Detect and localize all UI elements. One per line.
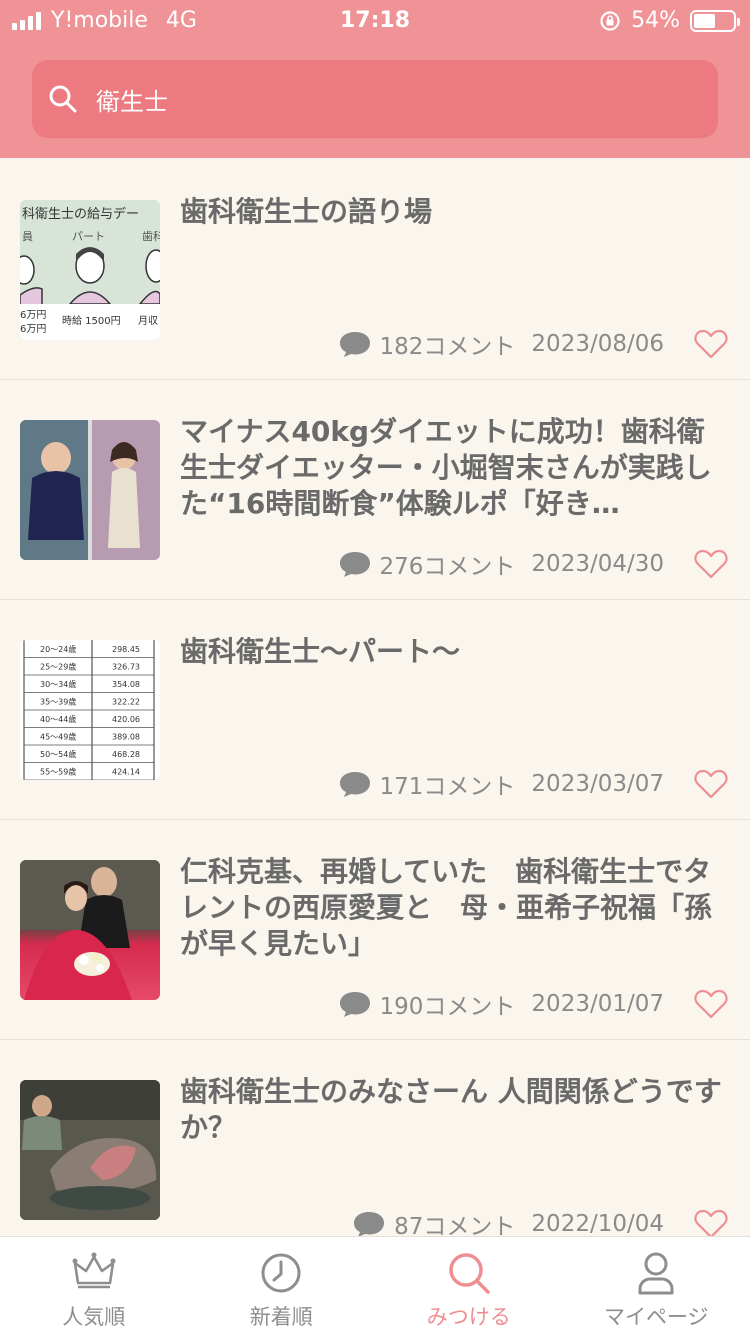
svg-text:パート: パート bbox=[72, 230, 105, 243]
status-bar: Y!mobile 4G 17:18 54% bbox=[0, 0, 750, 42]
comment-icon bbox=[339, 332, 370, 357]
tab-label: 人気順 bbox=[62, 1305, 126, 1329]
article-meta: 190コメント 2023/01/07 bbox=[338, 986, 728, 1022]
bottom-tab-bar: 人気順 新着順 みつける マイページ bbox=[0, 1236, 750, 1334]
person-icon bbox=[638, 1252, 674, 1295]
svg-text:月収: 月収 bbox=[138, 315, 158, 327]
article-item[interactable]: 仁科克基、再婚していた 歯科衛生士でタレントの西原愛夏と 母・亜希子祝福「孫が早… bbox=[0, 820, 750, 1040]
rotation-lock-icon bbox=[600, 10, 620, 31]
svg-text:員: 員 bbox=[22, 230, 33, 243]
heart-icon[interactable] bbox=[694, 328, 728, 360]
article-date: 2023/04/30 bbox=[531, 551, 664, 577]
thumb-table-value: 468.28 bbox=[112, 750, 140, 759]
comment-icon bbox=[354, 1212, 385, 1237]
article-thumbnail bbox=[20, 420, 160, 560]
thumb-table-value: 354.08 bbox=[112, 680, 140, 689]
article-title: 歯科衛生士のみなさーん 人間関係どうですか？ bbox=[180, 1075, 722, 1144]
article-item[interactable]: 歯科衛生士のみなさーん 人間関係どうですか？ 87コメント 2022/10/04 bbox=[0, 1040, 750, 1260]
thumb-table-age: 50〜54歳 bbox=[40, 749, 76, 759]
status-right: 54% bbox=[599, 8, 740, 33]
comment-icon bbox=[339, 992, 370, 1017]
thumb-table-age: 55〜59歳 bbox=[40, 766, 76, 776]
article-meta: 171コメント 2023/03/07 bbox=[338, 766, 728, 802]
tab-mypage[interactable]: マイページ bbox=[563, 1237, 750, 1334]
comment-count: 190コメント bbox=[379, 994, 516, 1020]
thumb-table-value: 298.45 bbox=[112, 645, 140, 654]
comment-count: 171コメント bbox=[379, 774, 516, 800]
search-icon bbox=[449, 1253, 490, 1294]
thumb-table-value: 326.73 bbox=[112, 662, 140, 671]
tab-discover[interactable]: みつける bbox=[375, 1237, 563, 1334]
thumb-table-age: 40〜44歳 bbox=[40, 714, 76, 724]
article-list: 科衛生士の給与デー 員 パート 歯科 6万円 6万円 時給 1500円 月収 歯… bbox=[0, 160, 750, 1260]
article-meta: 276コメント 2023/04/30 bbox=[338, 546, 728, 582]
thumb-heading: 科衛生士の給与デー bbox=[22, 206, 139, 222]
article-title: 仁科克基、再婚していた 歯科衛生士でタレントの西原愛夏と 母・亜希子祝福「孫が早… bbox=[180, 855, 713, 960]
article-date: 2023/01/07 bbox=[531, 991, 664, 1017]
comment-icon bbox=[339, 772, 370, 797]
heart-icon[interactable] bbox=[694, 988, 728, 1020]
thumb-table-age: 30〜34歳 bbox=[40, 679, 76, 689]
comment-icon bbox=[339, 552, 370, 577]
crown-icon bbox=[72, 1252, 116, 1289]
svg-text:6万円: 6万円 bbox=[20, 324, 46, 335]
thumb-table-value: 322.22 bbox=[112, 697, 140, 706]
search-bar[interactable] bbox=[32, 60, 718, 138]
search-icon bbox=[49, 85, 77, 113]
tab-label: 新着順 bbox=[249, 1305, 313, 1329]
thumb-table-age: 45〜49歳 bbox=[40, 731, 76, 741]
svg-text:歯科: 歯科 bbox=[142, 229, 160, 243]
battery-percent: 54% bbox=[631, 8, 680, 33]
comment-count: 182コメント bbox=[379, 334, 516, 360]
article-title: マイナス40kgダイエットに成功！歯科衛生士ダイエッター・小堀智末さんが実践した… bbox=[180, 415, 712, 520]
article-thumbnail: 科衛生士の給与デー 員 パート 歯科 6万円 6万円 時給 1500円 月収 bbox=[20, 200, 160, 340]
comment-count: 276コメント bbox=[379, 554, 516, 580]
article-date: 2023/08/06 bbox=[531, 331, 664, 357]
svg-text:6万円: 6万円 bbox=[20, 310, 46, 321]
clock-icon bbox=[261, 1253, 301, 1293]
article-thumbnail bbox=[20, 860, 160, 1000]
article-item[interactable]: 科衛生士の給与デー 員 パート 歯科 6万円 6万円 時給 1500円 月収 歯… bbox=[0, 160, 750, 380]
article-date: 2022/10/04 bbox=[531, 1211, 664, 1237]
thumb-table-age: 25〜29歳 bbox=[40, 661, 76, 671]
article-meta: 182コメント 2023/08/06 bbox=[338, 326, 728, 362]
battery-icon bbox=[690, 9, 740, 32]
thumb-table-age: 35〜39歳 bbox=[40, 696, 76, 706]
article-title: 歯科衛生士の語り場 bbox=[180, 195, 433, 228]
article-date: 2023/03/07 bbox=[531, 771, 664, 797]
tab-newest[interactable]: 新着順 bbox=[188, 1237, 376, 1334]
article-item[interactable]: 20〜24歳 298.45 25〜29歳 326.73 30〜34歳 354.08 35〜3… bbox=[0, 600, 750, 820]
heart-icon[interactable] bbox=[694, 548, 728, 580]
tab-label: マイページ bbox=[603, 1305, 709, 1329]
tab-label: みつける bbox=[426, 1305, 511, 1329]
heart-icon[interactable] bbox=[694, 768, 728, 800]
svg-text:時給 1500円: 時給 1500円 bbox=[62, 314, 121, 327]
article-title: 歯科衛生士〜パート〜 bbox=[180, 635, 461, 668]
tab-popular[interactable]: 人気順 bbox=[0, 1237, 188, 1334]
article-thumbnail bbox=[20, 1080, 160, 1220]
app-header: Y!mobile 4G 17:18 54% bbox=[0, 0, 750, 158]
article-thumbnail: 20〜24歳 298.45 25〜29歳 326.73 30〜34歳 354.08 35〜3… bbox=[20, 640, 160, 780]
thumb-table-value: 389.08 bbox=[112, 732, 140, 741]
thumb-table-age: 20〜24歳 bbox=[40, 644, 76, 654]
thumb-table-value: 424.14 bbox=[112, 767, 140, 776]
article-item[interactable]: マイナス40kgダイエットに成功！歯科衛生士ダイエッター・小堀智末さんが実践した… bbox=[0, 380, 750, 600]
thumb-table-value: 420.06 bbox=[112, 715, 140, 724]
search-input[interactable] bbox=[96, 78, 696, 120]
